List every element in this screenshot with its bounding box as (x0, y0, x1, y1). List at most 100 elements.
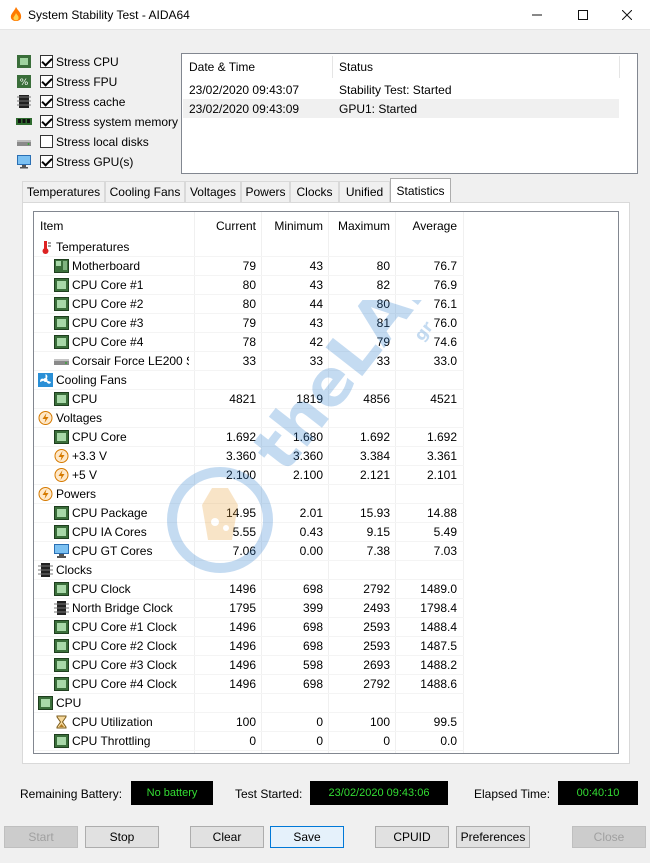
grid-row[interactable]: CPU Package 14.95 2.01 15.93 14.88 (34, 504, 464, 523)
grid-row[interactable]: Corsair Force LE200 S... 33 33 33 33.0 (34, 352, 464, 371)
stress-memory-option[interactable]: Stress system memory (16, 112, 186, 132)
grid-current-value: 80 (242, 278, 256, 292)
grid-row[interactable]: CPU Core #3 79 43 81 76.0 (34, 314, 464, 333)
grid-group-row[interactable]: CPU (34, 694, 464, 713)
grid-header-current[interactable]: Current (194, 219, 256, 233)
start-button[interactable]: Start (4, 826, 78, 848)
grid-average-value: 7.03 (433, 544, 457, 558)
tab-voltages[interactable]: Voltages (185, 181, 241, 202)
grid-current-value: 1496 (229, 677, 256, 691)
grid-current-value: 1795 (229, 601, 256, 615)
tab-unified[interactable]: Unified (339, 181, 390, 202)
preferences-button[interactable]: Preferences (456, 826, 530, 848)
grid-group-row[interactable]: Powers (34, 485, 464, 504)
grid-row[interactable]: CPU Utilization 100 0 100 99.5 (34, 713, 464, 732)
grid-header-minimum[interactable]: Minimum (262, 219, 323, 233)
grid-group-row[interactable]: Clocks (34, 561, 464, 580)
minimize-button[interactable] (514, 0, 560, 30)
test-started-label: Test Started: (235, 787, 303, 801)
save-button[interactable]: Save (270, 826, 344, 848)
grid-group-row[interactable]: Voltages (34, 409, 464, 428)
close-button[interactable]: Close (572, 826, 646, 848)
status-log[interactable]: Date & Time Status 23/02/2020 09:43:07 S… (181, 53, 638, 174)
grid-row[interactable]: +3.3 V 3.360 3.360 3.384 3.361 (34, 447, 464, 466)
grid-row[interactable]: Motherboard 79 43 80 76.7 (34, 257, 464, 276)
stress-memory-checkbox[interactable] (40, 115, 53, 128)
close-window-button[interactable] (604, 0, 650, 30)
log-column-separator[interactable] (332, 56, 333, 78)
grid-group-row[interactable]: Cooling Fans (34, 371, 464, 390)
grid-group-row[interactable]: Temperatures (34, 238, 464, 257)
grid-average-value: 1487.5 (420, 639, 457, 653)
tab-cooling-fans[interactable]: Cooling Fans (105, 181, 185, 202)
lightning-icon (38, 411, 53, 425)
stress-fpu-checkbox[interactable] (40, 75, 53, 88)
grid-maximum-value: 9.15 (366, 525, 390, 539)
grid-row[interactable]: +5 V 2.100 2.100 2.121 2.101 (34, 466, 464, 485)
tab-powers[interactable]: Powers (241, 181, 290, 202)
grid-row[interactable]: CPU IA Cores 5.55 0.43 9.15 5.49 (34, 523, 464, 542)
grid-current-value: 1496 (229, 620, 256, 634)
log-row[interactable]: 23/02/2020 09:43:09 GPU1: Started (183, 99, 619, 118)
grid-item-label: CPU Core #1 (72, 278, 144, 292)
grid-row[interactable]: North Bridge Clock 1795 399 2493 1798.4 (34, 599, 464, 618)
grid-minimum-value: 2.100 (292, 468, 323, 482)
log-column-separator[interactable] (619, 56, 620, 78)
grid-row[interactable]: CPU Core #2 80 44 80 76.1 (34, 295, 464, 314)
clear-button[interactable]: Clear (190, 826, 264, 848)
grid-item-label: North Bridge Clock (72, 601, 173, 615)
grid-average-value: 1.692 (426, 430, 457, 444)
grid-row[interactable]: CPU Core #1 80 43 82 76.9 (34, 276, 464, 295)
log-row[interactable]: 23/02/2020 09:43:07 Stability Test: Star… (183, 80, 619, 99)
cpu-chip-icon (54, 734, 69, 748)
grid-minimum-value: 33 (309, 354, 323, 368)
grid-group-label: Clocks (56, 563, 93, 577)
stop-button[interactable]: Stop (85, 826, 159, 848)
grid-row[interactable]: CPU Core #3 Clock 1496 598 2693 1488.2 (34, 656, 464, 675)
stress-disks-option[interactable]: Stress local disks (16, 132, 186, 152)
log-header-datetime[interactable]: Date & Time (189, 60, 255, 74)
grid-current-value: 100 (235, 715, 256, 729)
grid-row[interactable]: CPU Throttling 0 0 0 0.0 (34, 732, 464, 751)
grid-current-value: 3.360 (225, 449, 256, 463)
grid-average-value: 33.0 (433, 354, 457, 368)
tab-temperatures[interactable]: Temperatures (22, 181, 105, 202)
grid-header-item[interactable]: Item (40, 219, 63, 233)
grid-row[interactable]: CPU Core #4 Clock 1496 698 2792 1488.6 (34, 675, 464, 694)
stress-disks-checkbox[interactable] (40, 135, 53, 148)
cpuid-button[interactable]: CPUID (375, 826, 449, 848)
grid-header-maximum[interactable]: Maximum (329, 219, 390, 233)
cpu-chip-icon (54, 430, 69, 444)
grid-row[interactable]: CPU Core #1 Clock 1496 698 2593 1488.4 (34, 618, 464, 637)
stress-cpu-checkbox[interactable] (40, 55, 53, 68)
status-bar: Remaining Battery: No battery Test Start… (0, 778, 650, 808)
close-icon (621, 9, 633, 21)
stress-fpu-option[interactable]: % Stress FPU (16, 72, 186, 92)
statistics-grid[interactable]: Item Current Minimum Maximum Average Tem… (33, 211, 619, 754)
stress-cache-checkbox[interactable] (40, 95, 53, 108)
grid-item-label: CPU Clock (72, 582, 131, 596)
maximize-button[interactable] (560, 0, 606, 30)
grid-header-average[interactable]: Average (396, 219, 457, 233)
tab-statistics[interactable]: Statistics (390, 178, 451, 202)
title-bar[interactable]: System Stability Test - AIDA64 (0, 0, 650, 30)
stress-gpu-option[interactable]: Stress GPU(s) (16, 152, 186, 172)
grid-row[interactable]: CPU GT Cores 7.06 0.00 7.38 7.03 (34, 542, 464, 561)
grid-item-label: +3.3 V (72, 449, 108, 463)
grid-row[interactable]: CPU Core 1.692 1.680 1.692 1.692 (34, 428, 464, 447)
grid-row[interactable]: CPU Core #4 78 42 79 74.6 (34, 333, 464, 352)
stress-cache-option[interactable]: Stress cache (16, 92, 186, 112)
lightning-icon (38, 487, 53, 501)
stress-gpu-checkbox[interactable] (40, 155, 53, 168)
grid-average-value: 76.0 (433, 316, 457, 330)
stress-cpu-option[interactable]: Stress CPU (16, 52, 186, 72)
cpu-chip-icon (54, 525, 69, 539)
grid-row[interactable]: CPU Core #2 Clock 1496 698 2593 1487.5 (34, 637, 464, 656)
grid-row[interactable]: CPU 4821 1819 4856 4521 (34, 390, 464, 409)
grid-average-value: 2.101 (426, 468, 457, 482)
grid-item-label: CPU (72, 392, 98, 406)
tab-clocks[interactable]: Clocks (290, 181, 339, 202)
log-header-status[interactable]: Status (339, 60, 373, 74)
grid-row[interactable]: CPU Clock 1496 698 2792 1489.0 (34, 580, 464, 599)
memory-module-icon (16, 118, 32, 125)
